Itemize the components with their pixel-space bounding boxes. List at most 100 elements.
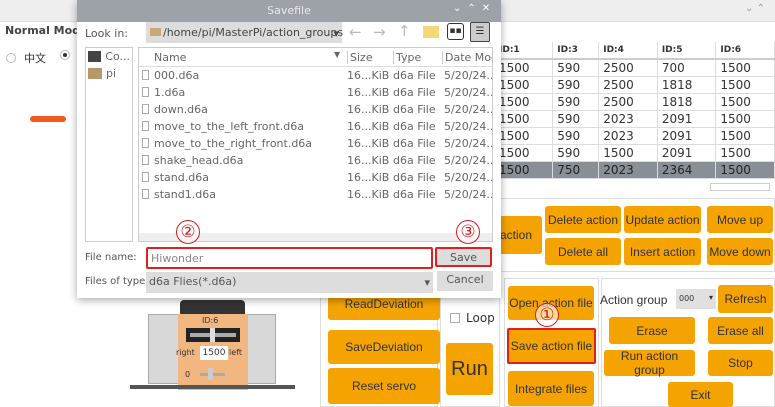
table-cell[interactable]: 1500 [495, 110, 554, 128]
table-cell[interactable]: 1818 [657, 93, 717, 111]
table-row[interactable]: 1500 590 1500 2091 1500 [495, 144, 775, 162]
file-row[interactable]: stand1.d6a 16...KiB d6a File 5/20/24...2 [139, 186, 492, 203]
update-action-button[interactable]: Update action [624, 206, 701, 233]
save-button[interactable]: Save [435, 247, 492, 267]
erase-button[interactable]: Erase [609, 317, 695, 344]
table-cell[interactable]: 590 [552, 76, 600, 94]
col-header[interactable]: ID:1 [495, 42, 554, 60]
table-cell[interactable]: 590 [552, 93, 600, 111]
up-icon[interactable]: ↑ [398, 22, 411, 40]
table-cell[interactable]: 700 [657, 59, 717, 77]
table-hscrollbar[interactable] [710, 183, 770, 191]
table-cell[interactable]: 1500 [715, 110, 775, 128]
integrate-files-button[interactable]: Integrate files [508, 371, 594, 406]
table-cell[interactable]: 590 [552, 59, 600, 77]
slider-handle[interactable] [30, 116, 66, 122]
table-cell[interactable]: 2500 [598, 59, 658, 77]
forward-icon[interactable]: → [373, 23, 386, 41]
table-cell[interactable]: 1500 [715, 144, 775, 162]
loop-checkbox[interactable]: Loop [450, 311, 495, 325]
save-action-file-button[interactable]: Save action file [507, 328, 596, 364]
place-pi[interactable]: pi [86, 65, 132, 82]
col-date[interactable]: Date Modi [442, 51, 492, 64]
file-row[interactable]: shake_head.d6a 16...KiB d6a File 5/20/24… [139, 152, 492, 169]
run-action-group-button[interactable]: Run action group [604, 349, 695, 377]
table-cell[interactable]: 1500 [715, 76, 775, 94]
col-header[interactable]: ID:6 [715, 42, 775, 60]
action-table[interactable]: ID:1 ID:3 ID:4 ID:5 ID:6 1500 590 2500 700 1… [495, 42, 775, 179]
table-row[interactable]: 1500 590 2023 2091 1500 [495, 110, 775, 128]
delete-all-button[interactable]: Delete all [545, 238, 621, 265]
table-cell[interactable]: 2023 [598, 110, 658, 128]
list-view-icon[interactable]: ▪▪ [447, 23, 464, 40]
offset-slider[interactable] [200, 368, 225, 380]
table-cell[interactable]: 1500 [495, 76, 554, 94]
new-folder-icon[interactable] [423, 26, 439, 38]
table-cell[interactable]: 1818 [657, 76, 717, 94]
file-row[interactable]: down.d6a 16...KiB d6a File 5/20/24...2 [139, 101, 492, 118]
file-row[interactable]: 1.d6a 16...KiB d6a File 5/20/24...2 [139, 84, 492, 101]
table-row[interactable]: 1500 590 2023 2091 1500 [495, 127, 775, 145]
table-cell[interactable]: 2364 [657, 161, 717, 179]
table-row[interactable]: 1500 750 2023 2364 1500 [495, 161, 775, 179]
dialog-window-controls[interactable]: ⌄⌃✕ [453, 3, 496, 14]
table-cell[interactable]: 2500 [598, 93, 658, 111]
exit-button[interactable]: Exit [668, 382, 733, 407]
radio-chinese[interactable]: 中文 [6, 50, 46, 66]
file-type-select[interactable]: d6a Flies(*.d6a) ▾ [146, 272, 433, 293]
file-name-input[interactable]: Hiwonder [146, 247, 433, 269]
table-cell[interactable]: 2091 [657, 110, 717, 128]
delete-action-button[interactable]: Delete action [545, 206, 621, 233]
table-cell[interactable]: 1500 [495, 59, 554, 77]
window-controls[interactable]: ⌄ ⌃ [745, 3, 765, 14]
table-cell[interactable]: 1500 [495, 93, 554, 111]
col-type[interactable]: Type [393, 51, 421, 64]
table-cell[interactable]: 1500 [715, 161, 775, 179]
table-cell[interactable]: 1500 [715, 93, 775, 111]
insert-action-button[interactable]: Insert action [624, 238, 701, 265]
table-row[interactable]: 1500 590 2500 1818 1500 [495, 76, 775, 94]
col-size[interactable]: Size [347, 51, 373, 64]
reset-servo-button[interactable]: Reset servo [328, 368, 440, 404]
col-name[interactable]: Name [154, 51, 186, 64]
run-button[interactable]: Run [446, 343, 493, 395]
move-up-button[interactable]: Move up [707, 206, 773, 233]
table-cell[interactable]: 2023 [598, 127, 658, 145]
table-cell[interactable]: 1500 [598, 144, 658, 162]
file-row[interactable]: move_to_the_right_front.d6a 16...KiB d6a… [139, 135, 492, 152]
table-cell[interactable]: 590 [552, 110, 600, 128]
cancel-button[interactable]: Cancel [437, 271, 493, 291]
stop-button[interactable]: Stop [708, 350, 773, 376]
file-row[interactable]: 000.d6a 16...KiB d6a File 5/20/24...2 [139, 67, 492, 84]
table-row[interactable]: 1500 590 2500 700 1500 [495, 59, 775, 77]
table-cell[interactable]: 2091 [657, 127, 717, 145]
file-list[interactable]: Name ▼ Size Type Date Modi 000.d6a 16...… [138, 47, 493, 242]
table-cell[interactable]: 750 [552, 161, 600, 179]
table-cell[interactable]: 1500 [715, 59, 775, 77]
col-header[interactable]: ID:4 [598, 42, 658, 60]
save-deviation-button[interactable]: SaveDeviation [328, 330, 440, 364]
table-cell[interactable]: 2023 [598, 161, 658, 179]
back-icon[interactable]: ← [349, 23, 362, 41]
place-computer[interactable]: Co... [86, 48, 132, 65]
col-header[interactable]: ID:3 [552, 42, 600, 60]
refresh-button[interactable]: Refresh [718, 285, 773, 313]
servo-value-input[interactable]: 1500 [200, 346, 228, 360]
file-row[interactable]: move_to_the_left_front.d6a 16...KiB d6a … [139, 118, 492, 135]
table-cell[interactable]: 1500 [715, 127, 775, 145]
file-row[interactable]: stand.d6a 16...KiB d6a File 5/20/24...2 [139, 169, 492, 186]
erase-all-button[interactable]: Erase all [708, 317, 773, 344]
table-cell[interactable]: 590 [552, 127, 600, 145]
col-header[interactable]: ID:5 [657, 42, 717, 60]
radio-english[interactable] [60, 50, 70, 60]
table-cell[interactable]: 1500 [495, 127, 554, 145]
table-row[interactable]: 1500 590 2500 1818 1500 [495, 93, 775, 111]
table-cell[interactable]: 2500 [598, 76, 658, 94]
table-cell[interactable]: 1500 [495, 161, 554, 179]
move-down-button[interactable]: Move down [707, 238, 773, 265]
path-combo[interactable]: /home/pi/MasterPi/action_groups ▾ [146, 22, 343, 43]
action-group-select[interactable]: 000 ▾ [676, 289, 716, 309]
table-cell[interactable]: 590 [552, 144, 600, 162]
table-cell[interactable]: 1500 [495, 144, 554, 162]
detail-view-icon[interactable]: ☰ [470, 22, 490, 42]
